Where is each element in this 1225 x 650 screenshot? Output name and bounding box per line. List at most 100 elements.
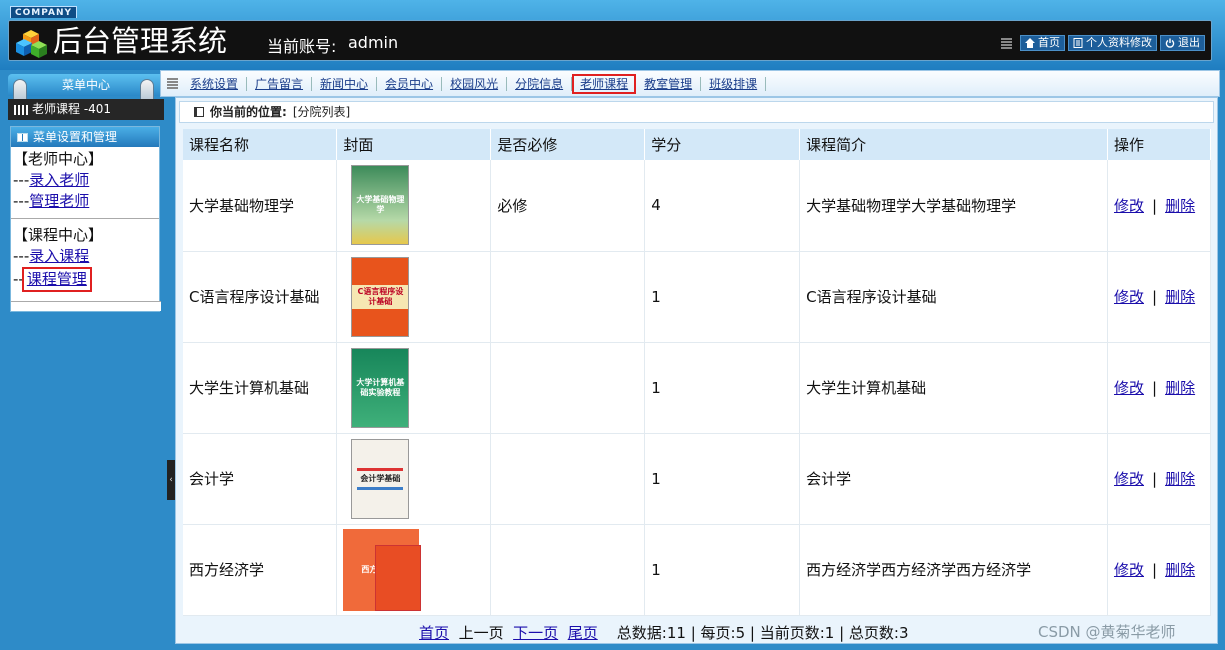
delete-link[interactable]: 删除 [1165,288,1195,306]
edit-link[interactable]: 修改 [1114,561,1144,579]
logo-cubes-icon [16,30,47,58]
breadcrumb-label: 你当前的位置: [210,105,287,119]
active-highlight: 课程管理 [21,267,92,292]
required-flag: 必修 [490,160,646,252]
course-name: 大学生计算机基础 [183,342,338,434]
actions-cell: 修改 | 删除 [1107,251,1212,343]
table-row: 大学基础物理学 大学基础物理学 必修 4 大学基础物理学大学基础物理学 修改 | 删… [183,160,1212,252]
col-header-credit: 学分 [644,129,801,160]
header-bar: 后台管理系统 当前账号: admin 首页 个人资料修改 退出 [8,20,1212,61]
course-name: C语言程序设计基础 [183,251,338,343]
menu-box-title: 菜单设置和管理 [33,130,118,144]
col-header-required: 是否必修 [490,129,646,160]
menu-link-manage-course[interactable]: 课程管理 [27,270,87,288]
course-cover-image: C语言程序设计基础 [351,256,410,337]
header: COMPANY 后台管理系统 当前账号: admin 首页 个人资料修改 退出 [0,0,1225,70]
menu-link-manage-teacher[interactable]: 管理老师 [29,192,89,210]
grip-icon [167,78,178,89]
delete-link[interactable]: 删除 [1165,379,1195,397]
credit: 1 [644,433,801,525]
prev-page-label: 上一页 [458,624,504,642]
course-intro: C语言程序设计基础 [799,251,1108,343]
required-flag [490,524,646,616]
table-row: C语言程序设计基础 C语言程序设计基础 1 C语言程序设计基础 修改 | 删除 [183,251,1212,343]
actions-cell: 修改 | 删除 [1107,342,1212,434]
course-table: 课程名称 封面 是否必修 学分 课程简介 操作 大学基础物理学 大学基础物理学 … [183,129,1212,616]
delete-link[interactable]: 删除 [1165,470,1195,488]
edit-link[interactable]: 修改 [1114,288,1144,306]
course-intro: 会计学 [799,433,1108,525]
grid-icon [1001,37,1012,49]
menu-item: ---录入课程 [13,247,90,265]
system-title: 后台管理系统 [53,24,228,58]
book-back-image [375,544,422,611]
course-cover-image: 会计学基础 [351,438,410,519]
nav-item-classroom[interactable]: 教室管理 [636,76,702,91]
watermark: CSDN @黄菊华老师 [1038,623,1176,641]
pin-icon [140,79,154,101]
actions-cell: 修改 | 删除 [1107,160,1212,252]
edit-link[interactable]: 修改 [1114,197,1144,215]
home-button-label: 首页 [1038,36,1060,49]
cover-cell: C语言程序设计基础 [336,251,492,343]
required-flag [490,251,646,343]
first-page-link[interactable]: 首页 [419,624,449,642]
profile-edit-label: 个人资料修改 [1086,36,1152,49]
home-button[interactable]: 首页 [1020,35,1065,51]
logout-label: 退出 [1178,36,1200,49]
menu-link-add-teacher[interactable]: 录入老师 [29,171,89,189]
table-header-row: 课程名称 封面 是否必修 学分 课程简介 操作 [183,129,1212,160]
last-page-link[interactable]: 尾页 [568,624,598,642]
menu-item: ---管理老师 [13,192,90,210]
table-row: 会计学 会计学基础 1 会计学 修改 | 删除 [183,433,1212,525]
sidebar: 菜单中心 老师课程 -401 菜单设置和管理 【老师中心】 ---录入老师 --… [5,70,167,650]
credit: 1 [644,251,801,343]
nav-item-system-settings[interactable]: 系统设置 [182,76,248,91]
nav-item-campus[interactable]: 校园风光 [442,76,508,91]
current-user-label: 老师课程 -401 [32,102,112,116]
cover-cell: 西方经济学 [336,524,492,616]
brand-label: COMPANY [10,6,77,18]
course-cover-image: 大学计算机基础实验教程 [351,347,410,428]
required-flag [490,433,646,525]
credit: 4 [644,160,801,252]
account-label: 当前账号: [267,37,337,56]
breadcrumb-value: [分院列表] [292,105,351,119]
power-icon [1165,38,1175,48]
pin-icon [13,79,27,101]
top-nav: 系统设置 广告留言 新闻中心 会员中心 校园风光 分院信息 老师课程 教室管理 … [160,70,1220,97]
document-icon [1073,38,1083,48]
cover-cell: 大学计算机基础实验教程 [336,342,492,434]
divider [11,218,159,219]
nav-item-teacher-course[interactable]: 老师课程 [572,73,637,94]
table-row: 西方经济学 西方经济学 1 西方经济学西方经济学西方经济学 修改|删除 [183,524,1212,616]
course-intro: 大学生计算机基础 [799,342,1108,434]
pagination-summary: 总数据:11 | 每页:5 | 当前页数:1 | 总页数:3 [616,624,909,642]
actions-cell: 修改 | 删除 [1107,433,1212,525]
nav-item-members[interactable]: 会员中心 [377,76,443,91]
course-name: 西方经济学 [183,524,338,616]
home-icon [1025,38,1035,48]
menu-box-footer [11,301,161,311]
nav-item-news[interactable]: 新闻中心 [312,76,378,91]
actions-cell: 修改 | 删除 [1107,524,1212,616]
current-user-bar: 老师课程 -401 [8,99,164,120]
breadcrumb: 你当前的位置: [分院列表] [179,101,1214,123]
nav-item-branch-info[interactable]: 分院信息 [507,76,573,91]
edit-link[interactable]: 修改 [1114,470,1144,488]
next-page-link[interactable]: 下一页 [513,624,558,642]
edit-link[interactable]: 修改 [1114,379,1144,397]
col-header-cover: 封面 [336,129,492,160]
table-row: 大学生计算机基础 大学计算机基础实验教程 1 大学生计算机基础 修改 | 删除 [183,342,1212,434]
nav-item-schedule[interactable]: 班级排课 [701,76,767,91]
profile-edit-button[interactable]: 个人资料修改 [1068,35,1157,51]
sidebar-collapse-toggle[interactable]: ‹ [167,460,175,500]
logout-button[interactable]: 退出 [1160,35,1205,51]
col-header-name: 课程名称 [183,129,338,160]
delete-link[interactable]: 删除 [1165,561,1195,579]
delete-link[interactable]: 删除 [1165,197,1195,215]
nav-item-ads[interactable]: 广告留言 [247,76,313,91]
course-name: 大学基础物理学 [183,160,338,252]
menu-link-add-course[interactable]: 录入课程 [29,247,89,265]
credit: 1 [644,524,801,616]
